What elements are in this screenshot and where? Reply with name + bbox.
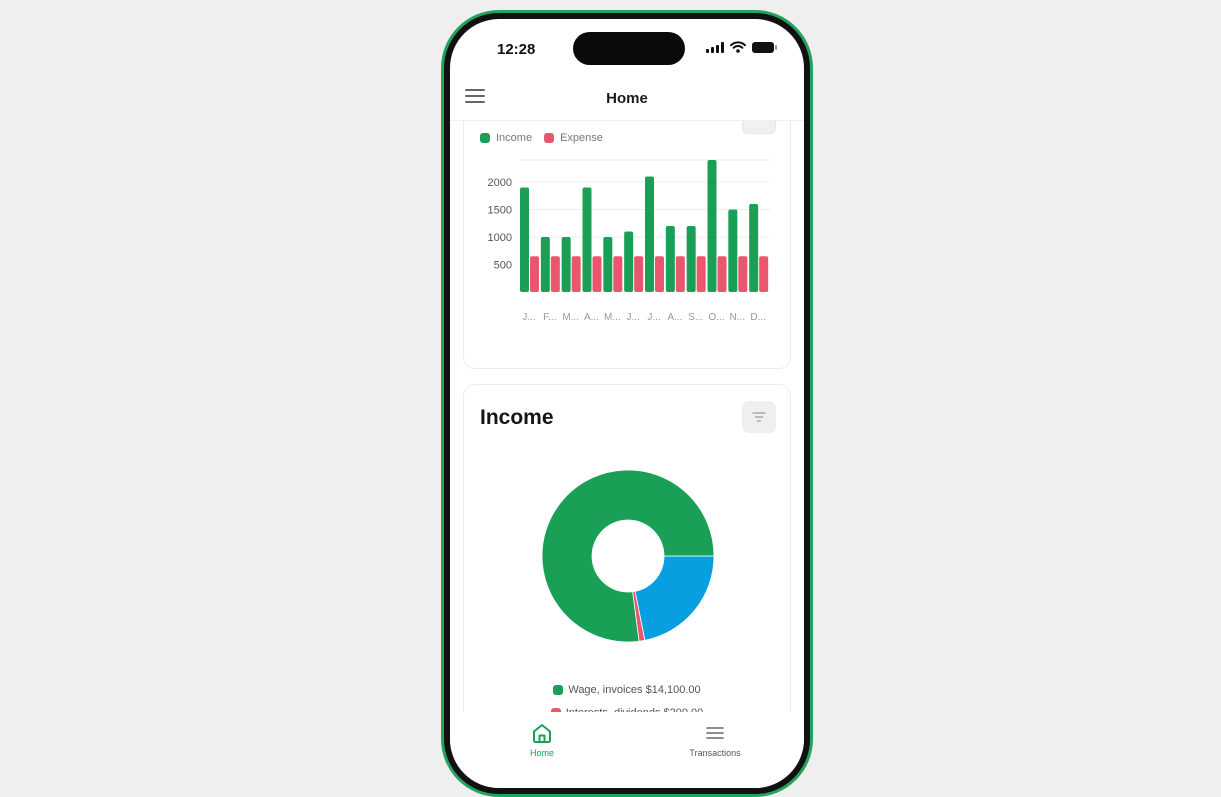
legend-swatch-expense <box>544 133 555 143</box>
phone-screen: 12:28 Home Income Expense 500 1000 1500 … <box>450 19 804 788</box>
x-tick-label: O... <box>708 312 724 323</box>
bottom-nav: Home Transactions <box>450 712 804 788</box>
nav-label-transactions: Transactions <box>689 748 741 758</box>
income-expense-bar-chart: 500 1000 1500 2000 J... F... M... A... M... J... J… <box>488 159 770 323</box>
expense-bar <box>675 256 685 292</box>
bar-chart-legend: Income Expense <box>480 132 603 144</box>
expense-bar <box>634 256 644 292</box>
income-expense-card: Income Expense 500 1000 1500 2000 J... F... M.… <box>463 121 791 369</box>
x-tick-label: J... <box>522 312 535 323</box>
income-card: Income Wage, invoices $14,100.00 <box>463 384 791 717</box>
expense-bar <box>759 256 769 292</box>
donut-slice <box>634 555 715 641</box>
income-bar <box>520 187 529 292</box>
expense-bar <box>613 256 623 292</box>
y-tick-label: 500 <box>494 260 512 272</box>
legend-label-income: Income <box>496 132 533 144</box>
nav-label-home: Home <box>529 748 554 758</box>
status-bar: 12:28 <box>450 19 804 75</box>
y-tick-label: 2000 <box>488 177 512 189</box>
app-header: Home <box>450 75 804 121</box>
income-bar <box>561 237 571 292</box>
income-donut-chart <box>541 469 715 643</box>
status-icons <box>706 41 777 53</box>
status-time: 12:28 <box>497 41 536 58</box>
income-bar <box>665 226 675 292</box>
main-content[interactable]: Income Expense 500 1000 1500 2000 J... F... M.… <box>450 121 804 717</box>
legend-swatch-wage <box>553 684 564 695</box>
x-tick-label: N... <box>730 312 746 323</box>
x-tick-label: A... <box>584 312 599 323</box>
battery-icon <box>752 41 777 53</box>
x-tick-label: D... <box>750 312 766 323</box>
legend-item-income[interactable]: Income <box>480 132 532 144</box>
legend-item-wage[interactable]: Wage, invoices $14,100.00 <box>464 678 790 701</box>
expense-bar <box>717 256 727 292</box>
income-bar <box>645 176 654 292</box>
page-title: Home <box>606 90 648 107</box>
expense-bar <box>550 256 560 292</box>
expense-bar <box>530 256 539 292</box>
filter-button[interactable] <box>742 401 776 433</box>
filter-button[interactable] <box>742 121 776 134</box>
income-bar <box>707 160 717 292</box>
legend-label-expense: Expense <box>560 132 603 144</box>
income-bar <box>749 204 759 292</box>
legend-label-wage: Wage, invoices $14,100.00 <box>568 683 701 696</box>
x-tick-label: A... <box>667 312 682 323</box>
expense-bar <box>571 256 581 292</box>
expense-bar <box>592 256 602 292</box>
x-tick-label: M... <box>562 312 579 323</box>
expense-bar <box>655 256 664 292</box>
x-tick-label: F... <box>543 312 556 323</box>
wifi-icon <box>730 41 746 53</box>
income-bar <box>603 237 613 292</box>
y-tick-label: 1000 <box>488 232 512 244</box>
x-tick-label: J... <box>647 312 660 323</box>
nav-item-home[interactable]: Home <box>520 722 564 758</box>
x-tick-label: J... <box>626 312 639 323</box>
expense-bar <box>738 256 748 292</box>
x-tick-label: M... <box>604 312 621 323</box>
income-bar <box>686 226 696 292</box>
income-bar <box>728 209 738 292</box>
list-icon <box>706 727 724 739</box>
income-card-title: Income <box>480 406 554 429</box>
income-bar <box>540 237 550 292</box>
signal-icon <box>706 41 724 53</box>
filter-icon <box>752 412 766 422</box>
legend-swatch-income <box>480 133 490 143</box>
phone-bezel: 12:28 Home Income Expense 500 1000 1500 … <box>444 13 810 794</box>
income-bar <box>624 231 634 292</box>
phone-frame: 12:28 Home Income Expense 500 1000 1500 … <box>441 10 813 797</box>
income-bar <box>582 187 592 292</box>
expense-bar <box>696 256 706 292</box>
y-tick-label: 1500 <box>488 205 512 217</box>
home-icon <box>533 724 551 743</box>
x-tick-label: S... <box>688 312 703 323</box>
legend-item-expense[interactable]: Expense <box>544 132 603 144</box>
dynamic-island <box>573 32 685 65</box>
nav-item-transactions[interactable]: Transactions <box>675 722 755 758</box>
